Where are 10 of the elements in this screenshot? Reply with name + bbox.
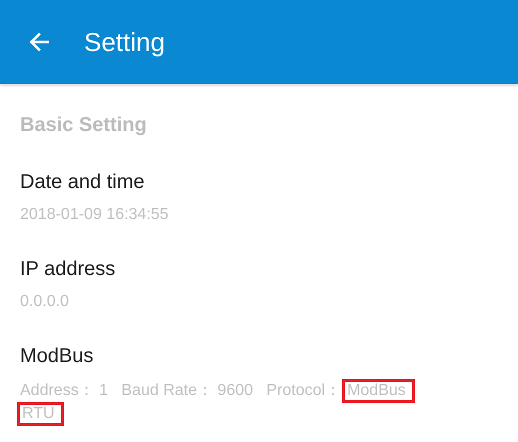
section-heading: Basic Setting [20, 114, 148, 137]
setting-title[interactable]: IP address [20, 258, 518, 281]
highlighted-text: RTU [20, 405, 61, 423]
setting-summary: 0.0.0.0 [20, 293, 69, 311]
setting-summary: Address： 1 Baud Rate： 9600 Protocol： [20, 381, 342, 401]
highlighted-text: ModBus [345, 382, 412, 400]
setting-title[interactable]: Date and time [20, 171, 518, 194]
setting-summary: 2018-01-09 16:34:55 [20, 206, 169, 224]
screen-title: Setting [84, 26, 165, 58]
setting-title[interactable]: ModBus [20, 345, 518, 368]
